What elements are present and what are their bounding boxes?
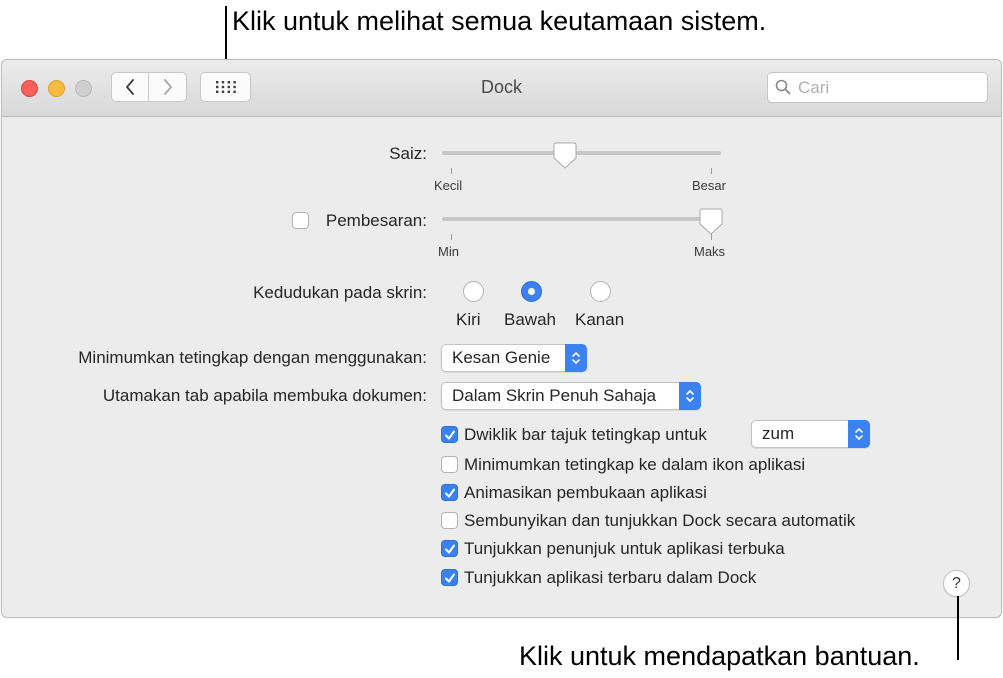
help-button[interactable]: ? xyxy=(943,570,970,597)
search-icon xyxy=(775,79,791,95)
double-click-action-value: zum xyxy=(762,424,795,443)
size-tick-max xyxy=(711,168,712,174)
help-label: ? xyxy=(952,574,961,592)
updown-chevron-icon xyxy=(848,420,870,448)
recent-apps-checkbox[interactable] xyxy=(441,569,458,586)
checkmark-icon xyxy=(444,488,455,497)
prefer-tabs-popup[interactable]: Dalam Skrin Penuh Sahaja xyxy=(441,382,701,410)
magnification-max-label: Maks xyxy=(694,244,726,259)
magnification-label: Pembesaran: xyxy=(325,211,427,230)
position-radio-right[interactable] xyxy=(590,281,611,302)
search-input[interactable] xyxy=(796,76,980,100)
position-label: Kedudukan pada skrin: xyxy=(253,283,427,302)
minimize-into-icon-label: Minimumkan tetingkap ke dalam ikon aplik… xyxy=(464,455,806,474)
checkmark-icon xyxy=(444,573,455,582)
double-click-action-popup[interactable]: zum xyxy=(751,420,870,448)
indicators-checkbox[interactable] xyxy=(441,540,458,557)
screenshot-stage: Klik untuk melihat semua keutamaan siste… xyxy=(0,0,1003,678)
double-click-checkbox[interactable] xyxy=(441,426,458,443)
autohide-label: Sembunyikan dan tunjukkan Dock secara au… xyxy=(464,511,856,530)
animate-label: Animasikan pembukaan aplikasi xyxy=(464,483,707,502)
size-label: Saiz: xyxy=(389,144,427,163)
preferences-window: Dock xyxy=(1,59,1002,618)
checkmark-icon xyxy=(444,544,455,553)
minimize-effect-popup[interactable]: Kesan Genie xyxy=(441,344,587,372)
updown-chevron-icon xyxy=(565,344,587,372)
size-slider-track[interactable] xyxy=(442,151,721,155)
size-min-label: Kecil xyxy=(434,178,463,193)
minimize-using-label: Minimumkan tetingkap dengan menggunakan: xyxy=(78,348,427,367)
callout-show-all-preferences: Klik untuk melihat semua keutamaan siste… xyxy=(232,6,767,36)
position-option-bottom-label: Bawah xyxy=(504,310,556,329)
magnification-min-label: Min xyxy=(438,244,459,259)
position-radio-bottom[interactable] xyxy=(521,281,542,302)
recent-apps-label: Tunjukkan aplikasi terbaru dalam Dock xyxy=(464,568,757,587)
titlebar: Dock xyxy=(2,60,1001,117)
size-tick-min xyxy=(451,168,452,174)
size-slider-thumb[interactable] xyxy=(553,142,577,169)
minimize-into-icon-checkbox[interactable] xyxy=(441,456,458,473)
position-option-right-label: Kanan xyxy=(575,310,625,329)
magnification-slider-track[interactable] xyxy=(442,217,721,221)
magnification-tick-min xyxy=(451,234,452,240)
indicators-label: Tunjukkan penunjuk untuk aplikasi terbuk… xyxy=(464,539,785,558)
magnification-slider-thumb[interactable] xyxy=(699,208,723,235)
double-click-label: Dwiklik bar tajuk tetingkap untuk xyxy=(464,425,707,444)
callout-get-help: Klik untuk mendapatkan bantuan. xyxy=(519,641,920,671)
animate-checkbox[interactable] xyxy=(441,484,458,501)
callout-leader-line-help xyxy=(957,596,959,660)
autohide-checkbox[interactable] xyxy=(441,512,458,529)
position-radio-left[interactable] xyxy=(463,281,484,302)
minimize-effect-value: Kesan Genie xyxy=(452,348,551,367)
prefer-tabs-label: Utamakan tab apabila membuka dokumen: xyxy=(102,386,427,405)
search-field[interactable] xyxy=(767,72,988,103)
size-max-label: Besar xyxy=(692,178,726,193)
magnification-checkbox[interactable] xyxy=(292,212,309,229)
checkmark-icon xyxy=(444,430,455,439)
prefer-tabs-value: Dalam Skrin Penuh Sahaja xyxy=(452,386,657,405)
updown-chevron-icon xyxy=(679,382,701,410)
position-option-left-label: Kiri xyxy=(456,310,481,329)
